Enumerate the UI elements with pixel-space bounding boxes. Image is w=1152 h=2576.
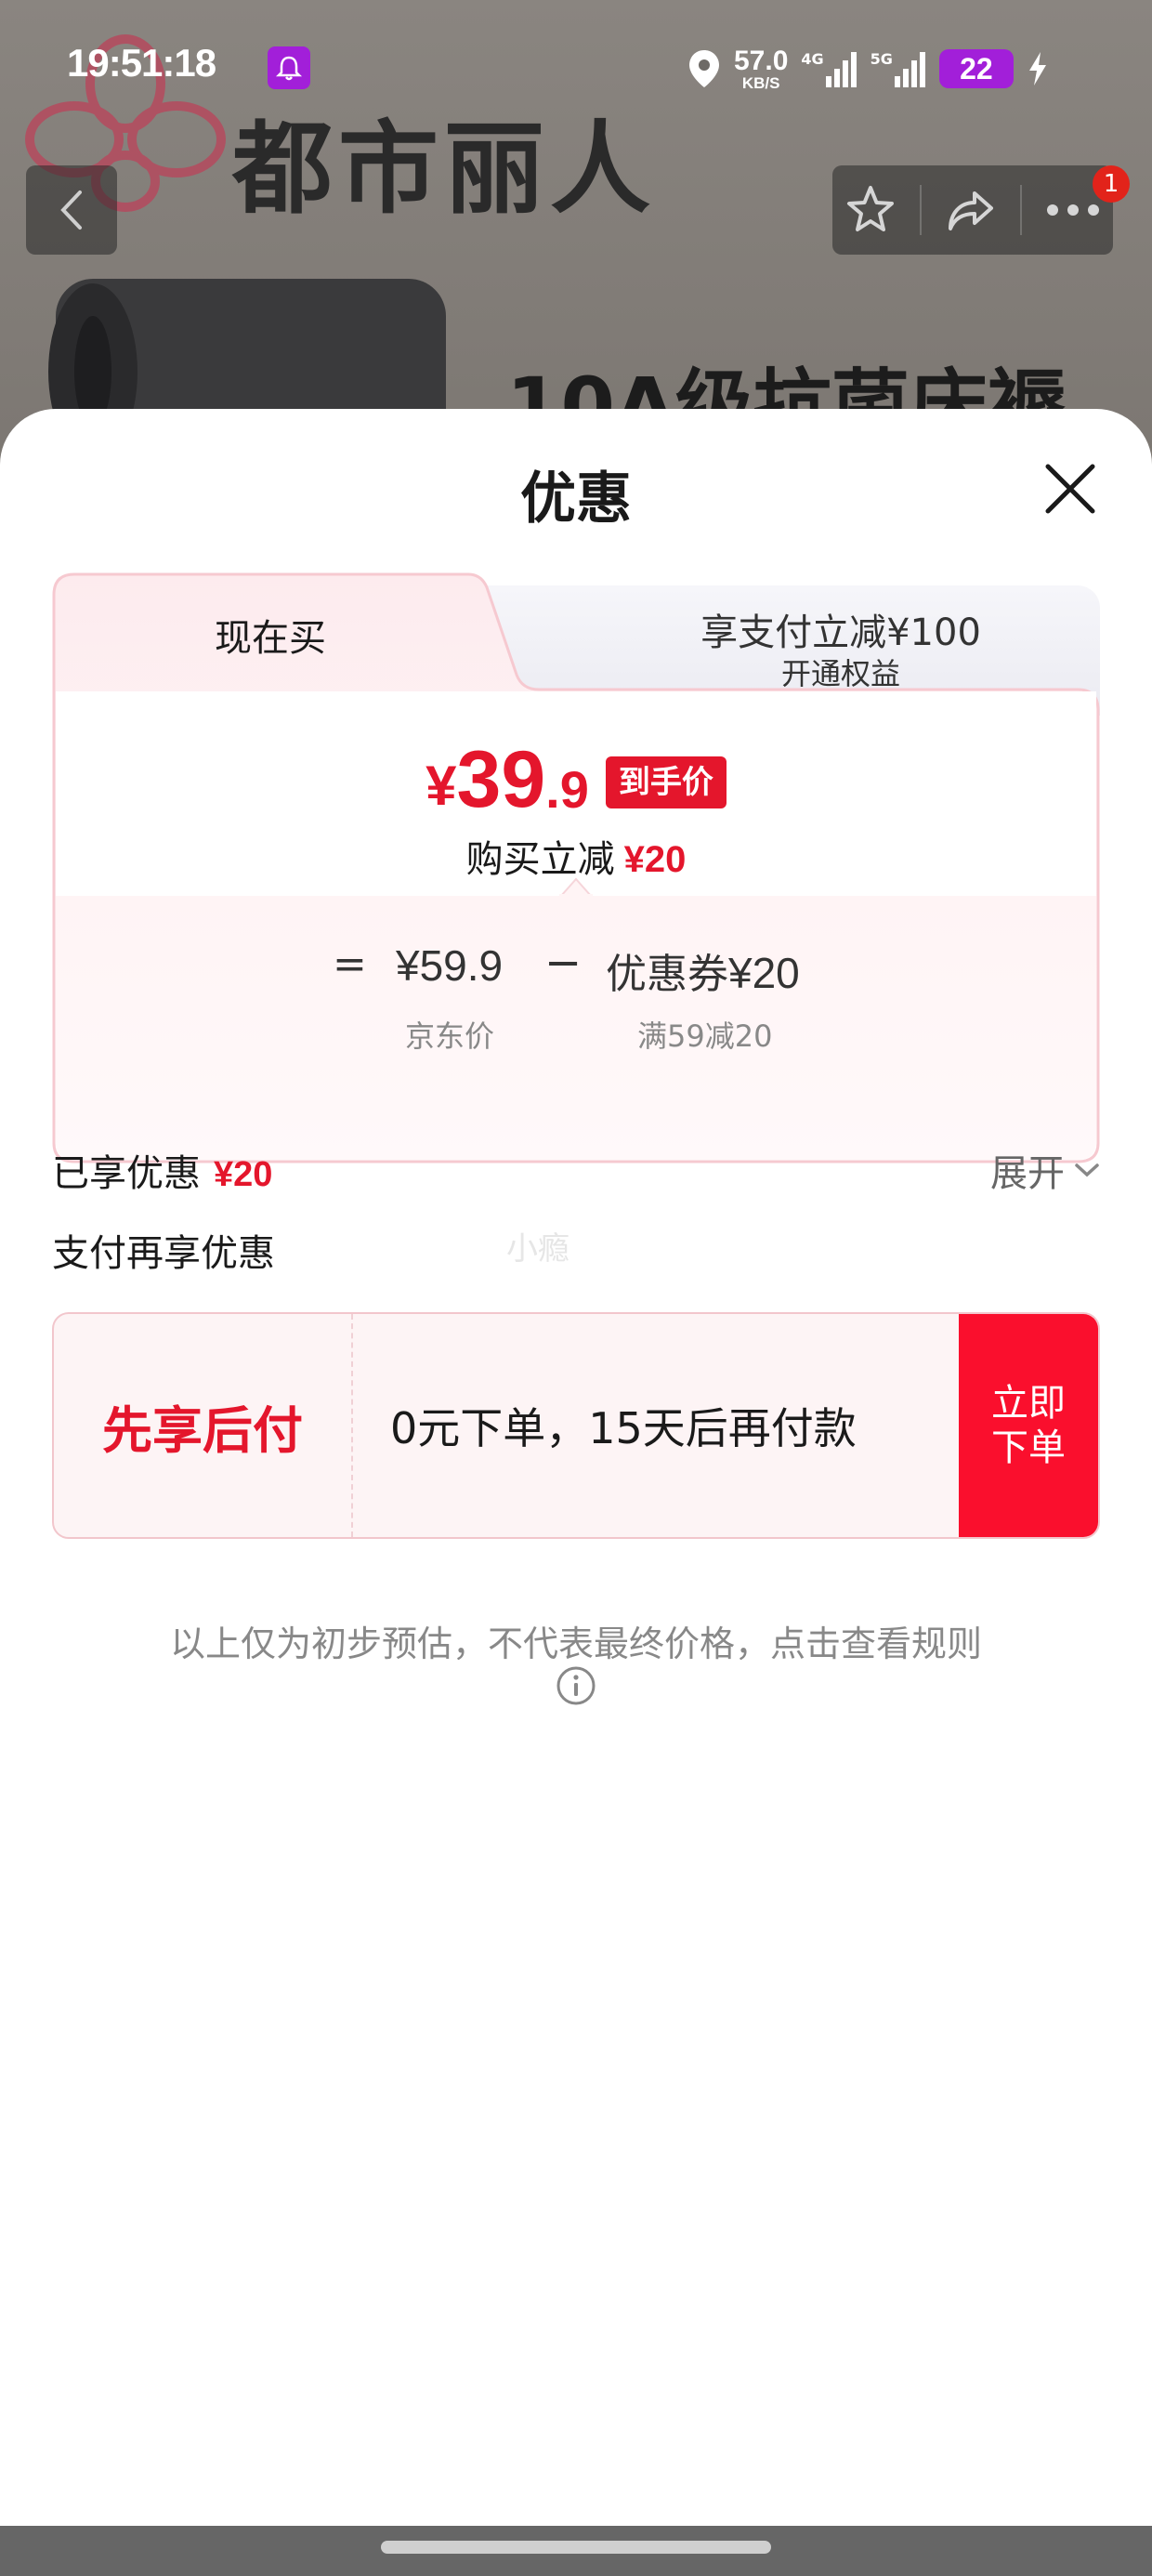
pay-more-discount-label: 支付再享优惠 <box>52 1232 275 1275</box>
instant-discount-label: 购买立减 <box>465 838 615 881</box>
coupon-rule: 满59减20 <box>637 1019 773 1054</box>
location-icon <box>689 50 719 87</box>
pay-later-brand: 先享后付 <box>102 1400 303 1460</box>
order-now-line1: 立即 <box>991 1382 1066 1425</box>
signal-icon <box>825 52 857 87</box>
formula-minus: − <box>544 937 583 989</box>
cart-badge: 1 <box>1093 165 1130 203</box>
signal-4g: 4G <box>801 50 857 87</box>
back-icon <box>60 191 82 230</box>
top-action-group <box>832 165 1113 255</box>
enjoyed-discount: 已享优惠 ¥20 <box>52 1143 272 1197</box>
price-formula: = ¥59.9 − 优惠券¥20 京东价 满59减20 <box>52 916 1100 1056</box>
status-time: 19:51:18 <box>67 41 216 85</box>
price-decimal: .9 <box>545 760 589 819</box>
jd-price: ¥59.9 <box>396 941 504 990</box>
battery-level: 22 <box>938 49 1014 88</box>
status-indicators: 57.0 KB/S 4G 5G 22 <box>687 43 1049 95</box>
price-currency: ¥ <box>425 755 457 817</box>
enjoyed-discount-amount: ¥20 <box>214 1155 273 1194</box>
order-now-button[interactable]: 立即 下单 <box>959 1314 1098 1537</box>
disclaimer[interactable]: 以上仅为初步预估，不代表最终价格，点击查看规则 <box>0 1615 1152 1666</box>
coupon: 优惠券¥20 <box>606 940 800 1000</box>
divider <box>920 185 923 235</box>
final-price: ¥ 39 .9 到手价 <box>52 740 1100 820</box>
pay-later-description: 0元下单，15天后再付款 <box>390 1403 857 1453</box>
price-integer: 39 <box>456 735 546 824</box>
home-gesture-bar[interactable] <box>381 2541 771 2554</box>
enjoyed-discount-label: 已享优惠 <box>52 1152 201 1195</box>
coupon-label: 优惠券 <box>606 951 728 998</box>
coupon-amount: ¥20 <box>728 949 800 997</box>
enjoyed-discount-row: 已享优惠 ¥20 展开 <box>52 1143 1100 1208</box>
star-icon[interactable] <box>843 182 898 238</box>
price-card: 享支付立减¥100 开通权益 现在买 ¥ 39 .9 到手价 购买立减 ¥20 … <box>52 572 1100 1163</box>
expand-label: 展开 <box>990 1152 1065 1195</box>
tab-buy-now[interactable]: 现在买 <box>52 608 489 662</box>
instant-discount-amount: ¥20 <box>623 839 687 880</box>
status-bar: 19:51:18 57.0 KB/S 4G 5G 22 <box>0 0 1152 139</box>
expand-button[interactable]: 展开 <box>990 1143 1100 1197</box>
bell-icon <box>268 46 310 89</box>
pay-later-card[interactable]: 先享后付 0元下单，15天后再付款 立即 下单 <box>52 1312 1100 1539</box>
jd-price-label: 京东价 <box>405 1019 495 1054</box>
price-card-body: 现在买 ¥ 39 .9 到手价 购买立减 ¥20 = ¥59.9 − 优惠券¥20… <box>52 572 1100 1163</box>
divider <box>1019 185 1022 235</box>
sheet-title: 优惠 <box>520 467 632 532</box>
final-price-tag: 到手价 <box>605 756 727 808</box>
order-now-line2: 下单 <box>991 1426 1066 1469</box>
watermark: 小瘾 <box>506 1230 569 1268</box>
charging-icon <box>1028 52 1046 85</box>
signal-5g: 5G <box>871 50 926 87</box>
signal-icon <box>894 52 925 87</box>
info-icon[interactable] <box>556 1665 596 1706</box>
divider <box>351 1314 353 1537</box>
share-icon[interactable] <box>943 182 999 238</box>
close-button[interactable] <box>1039 457 1102 520</box>
chevron-down-icon <box>1075 1163 1099 1177</box>
network-speed: 57.0 KB/S <box>734 45 789 92</box>
discount-sheet: 优惠 享支付立减¥100 开通权益 现在买 ¥ 39 .9 到手价 购买立减 ¥… <box>0 409 1152 2526</box>
close-icon <box>1045 464 1095 514</box>
instant-discount: 购买立减 ¥20 <box>52 829 1100 883</box>
more-icon[interactable] <box>1043 201 1103 219</box>
formula-equals: = <box>333 940 367 988</box>
back-button[interactable] <box>26 165 117 255</box>
